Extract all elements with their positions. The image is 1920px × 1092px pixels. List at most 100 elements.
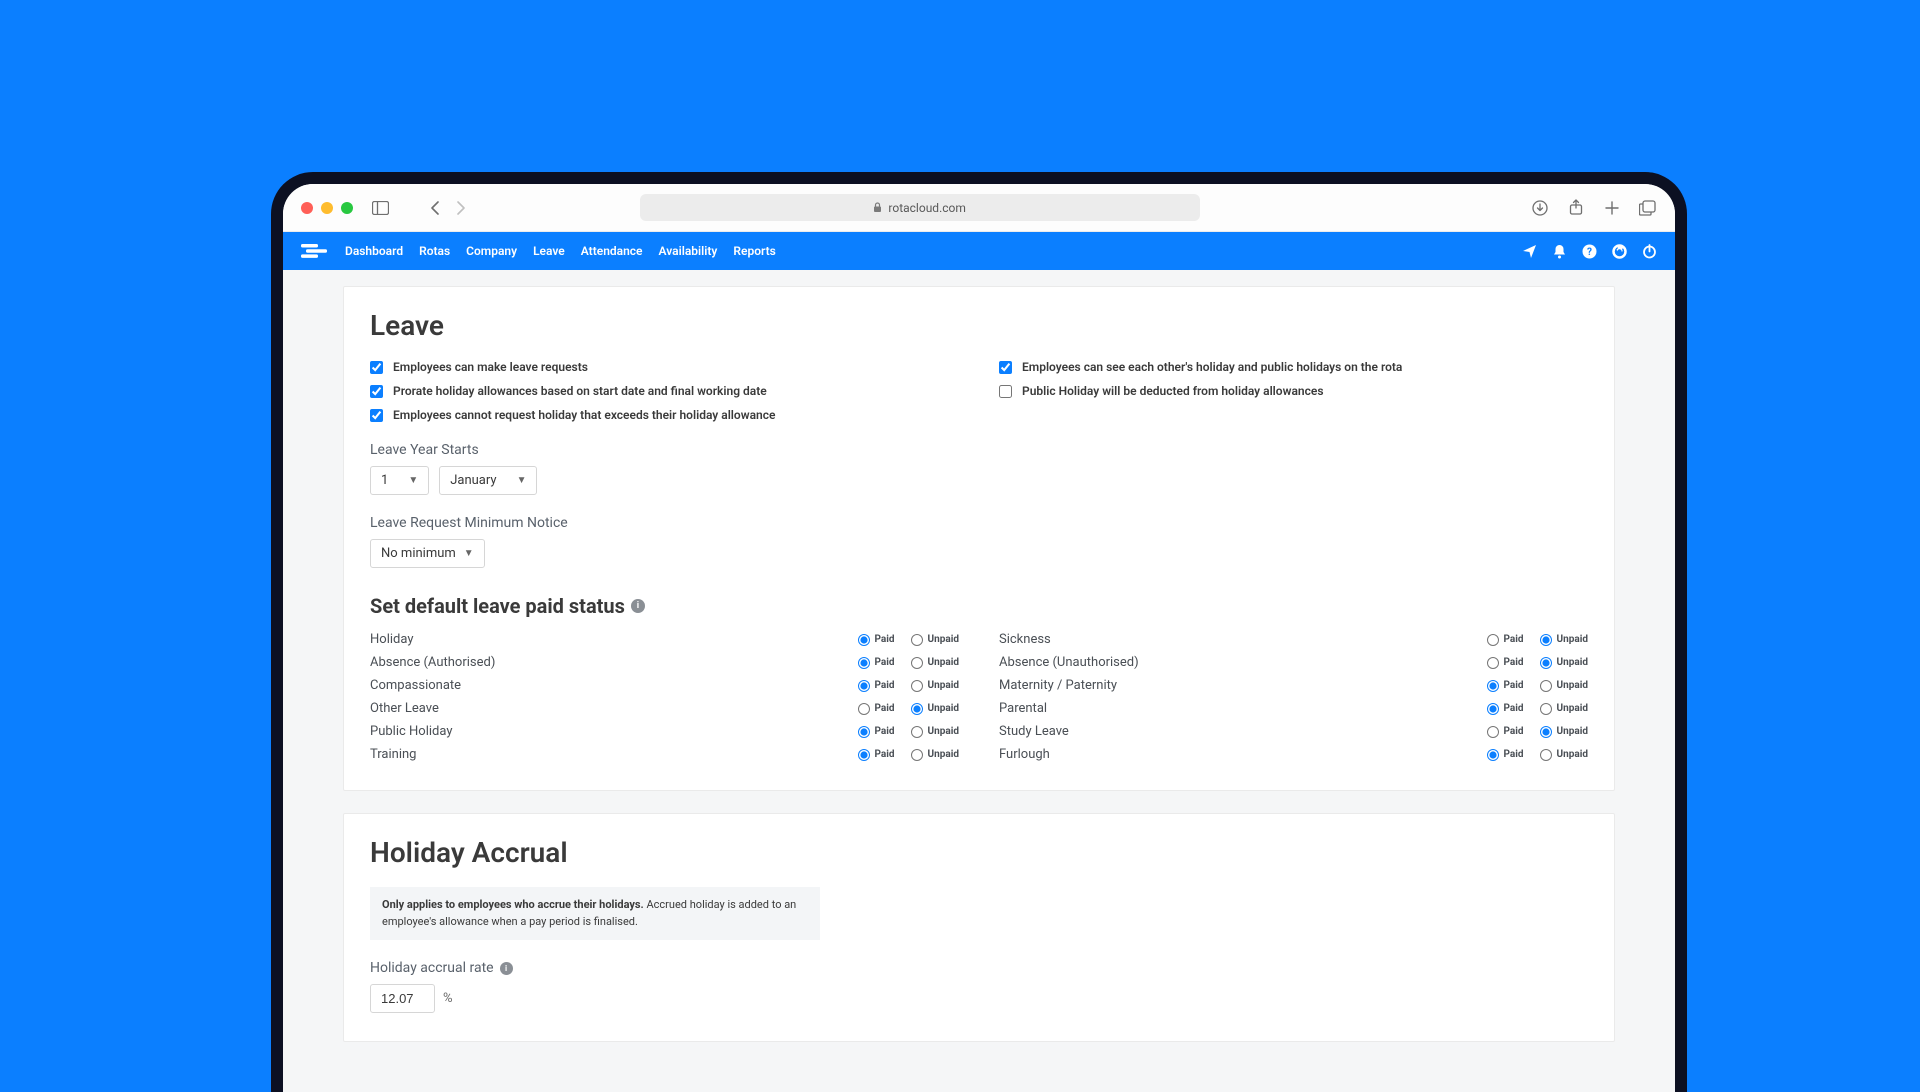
- svg-text:?: ?: [1587, 247, 1592, 258]
- unpaid-radio-text: Unpaid: [1557, 703, 1588, 714]
- paid-radio[interactable]: [1487, 634, 1499, 646]
- unpaid-radio-label[interactable]: Unpaid: [911, 680, 959, 692]
- close-window-button[interactable]: [301, 202, 313, 214]
- accrual-rate-input[interactable]: [370, 984, 435, 1013]
- back-button[interactable]: [427, 200, 443, 216]
- leave-type-row: TrainingPaidUnpaid: [370, 747, 959, 762]
- paid-radio-label[interactable]: Paid: [858, 726, 895, 738]
- maximize-window-button[interactable]: [341, 202, 353, 214]
- leave-year-month-select[interactable]: January ▼: [439, 466, 537, 495]
- paid-radio-label[interactable]: Paid: [858, 680, 895, 692]
- unpaid-radio[interactable]: [1540, 657, 1552, 669]
- nav-rotas[interactable]: Rotas: [419, 244, 450, 258]
- paid-radio-label[interactable]: Paid: [1487, 726, 1524, 738]
- unpaid-radio-text: Unpaid: [1557, 749, 1588, 760]
- unpaid-radio-label[interactable]: Unpaid: [1540, 749, 1588, 761]
- nav-leave[interactable]: Leave: [533, 244, 565, 258]
- paid-radio-text: Paid: [875, 726, 895, 737]
- nav-reports[interactable]: Reports: [733, 244, 775, 258]
- paid-radio-text: Paid: [875, 634, 895, 645]
- nav-company[interactable]: Company: [466, 244, 517, 258]
- unpaid-radio[interactable]: [911, 703, 923, 715]
- min-notice-select[interactable]: No minimum ▼: [370, 539, 485, 568]
- unpaid-radio-label[interactable]: Unpaid: [911, 657, 959, 669]
- paid-radio[interactable]: [1487, 749, 1499, 761]
- leave-option-checkbox[interactable]: [370, 409, 383, 422]
- unpaid-radio[interactable]: [911, 657, 923, 669]
- paid-radio-label[interactable]: Paid: [858, 703, 895, 715]
- share-icon[interactable]: [1567, 199, 1585, 217]
- minimize-window-button[interactable]: [321, 202, 333, 214]
- paid-radio-label[interactable]: Paid: [858, 749, 895, 761]
- unpaid-radio-label[interactable]: Unpaid: [911, 634, 959, 646]
- app-logo[interactable]: [301, 242, 329, 260]
- url-bar[interactable]: rotacloud.com: [640, 194, 1200, 221]
- unpaid-radio[interactable]: [1540, 749, 1552, 761]
- unpaid-radio-label[interactable]: Unpaid: [911, 703, 959, 715]
- unpaid-radio[interactable]: [911, 726, 923, 738]
- paid-radio-label[interactable]: Paid: [1487, 657, 1524, 669]
- unpaid-radio[interactable]: [911, 749, 923, 761]
- nav-dashboard[interactable]: Dashboard: [345, 244, 403, 258]
- unpaid-radio-label[interactable]: Unpaid: [1540, 680, 1588, 692]
- paid-radio-label[interactable]: Paid: [858, 657, 895, 669]
- paid-radio[interactable]: [858, 726, 870, 738]
- leave-type-name: Absence (Unauthorised): [999, 655, 1487, 670]
- paid-radio[interactable]: [858, 634, 870, 646]
- paid-radio-label[interactable]: Paid: [1487, 703, 1524, 715]
- info-icon[interactable]: i: [631, 599, 645, 613]
- paid-radio[interactable]: [858, 749, 870, 761]
- downloads-icon[interactable]: [1531, 199, 1549, 217]
- gear-icon[interactable]: [1611, 243, 1627, 259]
- unpaid-radio[interactable]: [911, 680, 923, 692]
- leave-option-checkbox[interactable]: [370, 361, 383, 374]
- paid-radio-label[interactable]: Paid: [1487, 634, 1524, 646]
- unpaid-radio[interactable]: [1540, 634, 1552, 646]
- new-tab-icon[interactable]: [1603, 199, 1621, 217]
- sidebar-toggle-icon[interactable]: [371, 199, 389, 217]
- paid-radio[interactable]: [858, 657, 870, 669]
- paid-radio[interactable]: [1487, 657, 1499, 669]
- paid-radio-label[interactable]: Paid: [1487, 749, 1524, 761]
- paid-radio-label[interactable]: Paid: [858, 634, 895, 646]
- unpaid-radio-label[interactable]: Unpaid: [1540, 726, 1588, 738]
- leave-year-day-value: 1: [381, 473, 388, 488]
- unpaid-radio-text: Unpaid: [928, 726, 959, 737]
- leave-settings-card: Leave Employees can make leave requestsE…: [343, 286, 1615, 791]
- leave-option-checkbox[interactable]: [999, 361, 1012, 374]
- paid-radio[interactable]: [1487, 680, 1499, 692]
- leave-type-name: Public Holiday: [370, 724, 858, 739]
- paid-radio-label[interactable]: Paid: [1487, 680, 1524, 692]
- unpaid-radio-label[interactable]: Unpaid: [911, 726, 959, 738]
- unpaid-radio[interactable]: [1540, 726, 1552, 738]
- paid-radio-text: Paid: [875, 657, 895, 668]
- tabs-icon[interactable]: [1639, 199, 1657, 217]
- browser-chrome: rotacloud.com: [283, 184, 1675, 232]
- unpaid-radio[interactable]: [911, 634, 923, 646]
- leave-option-checkbox[interactable]: [999, 385, 1012, 398]
- leave-option-label: Prorate holiday allowances based on star…: [393, 384, 767, 398]
- nav-availability[interactable]: Availability: [659, 244, 718, 258]
- forward-button[interactable]: [453, 200, 469, 216]
- paid-radio[interactable]: [1487, 703, 1499, 715]
- unpaid-radio-text: Unpaid: [928, 703, 959, 714]
- help-icon[interactable]: ?: [1581, 243, 1597, 259]
- unpaid-radio-label[interactable]: Unpaid: [1540, 703, 1588, 715]
- paid-radio-group: Paid Unpaid: [1487, 749, 1588, 761]
- unpaid-radio-label[interactable]: Unpaid: [911, 749, 959, 761]
- paid-radio[interactable]: [858, 680, 870, 692]
- unpaid-radio[interactable]: [1540, 703, 1552, 715]
- unpaid-radio[interactable]: [1540, 680, 1552, 692]
- paid-radio[interactable]: [858, 703, 870, 715]
- info-icon[interactable]: i: [500, 962, 513, 975]
- power-icon[interactable]: [1641, 243, 1657, 259]
- send-icon[interactable]: [1521, 243, 1537, 259]
- leave-option-checkbox[interactable]: [370, 385, 383, 398]
- nav-attendance[interactable]: Attendance: [581, 244, 643, 258]
- unpaid-radio-label[interactable]: Unpaid: [1540, 657, 1588, 669]
- leave-year-day-select[interactable]: 1 ▼: [370, 466, 429, 495]
- paid-radio-group: Paid Unpaid: [1487, 726, 1588, 738]
- unpaid-radio-label[interactable]: Unpaid: [1540, 634, 1588, 646]
- paid-radio[interactable]: [1487, 726, 1499, 738]
- bell-icon[interactable]: [1551, 243, 1567, 259]
